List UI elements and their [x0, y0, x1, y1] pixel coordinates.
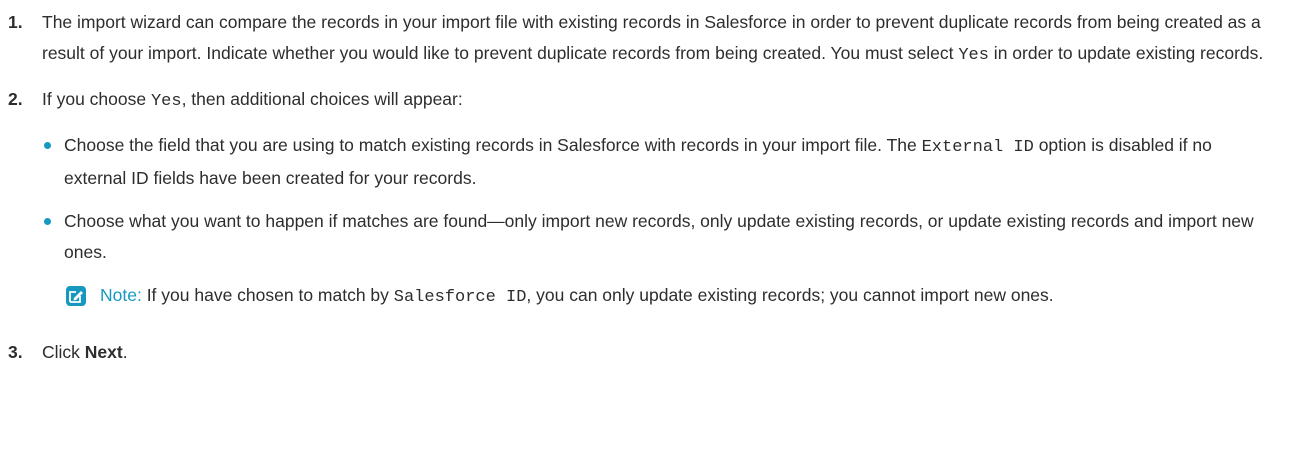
bullet-text: Choose the field that you are using to m… — [64, 135, 922, 155]
note-callout: Note: If you have chosen to match by Sal… — [64, 280, 1270, 313]
note-text: If you have chosen to match by — [141, 285, 394, 305]
note-text: , you can only update existing records; … — [526, 285, 1054, 305]
code-external-id: External ID — [921, 138, 1034, 157]
step-1: 1. The import wizard can compare the rec… — [8, 7, 1270, 71]
step-3: 3. Click Next. — [8, 337, 1270, 368]
step-text: . — [122, 342, 128, 362]
code-salesforce-id: Salesforce ID — [393, 288, 527, 307]
step-text: in order to update existing records. — [988, 43, 1264, 63]
step-text: If you choose — [42, 89, 151, 109]
step-text: , then additional choices will appear: — [181, 89, 463, 109]
step-number: 2. — [8, 89, 23, 109]
step-number: 3. — [8, 342, 23, 362]
bullet-text: Choose what you want to happen if matche… — [64, 211, 1254, 262]
code-yes: Yes — [150, 92, 182, 111]
note-label: Note: — [100, 285, 142, 305]
step-text: Click — [42, 342, 85, 362]
list-item: Choose the field that you are using to m… — [42, 130, 1270, 194]
choices-list: Choose the field that you are using to m… — [42, 130, 1270, 313]
bullet-icon — [44, 218, 51, 225]
list-item: Choose what you want to happen if matche… — [42, 206, 1270, 313]
edit-note-icon — [64, 284, 88, 308]
bullet-icon — [44, 142, 51, 149]
step-number: 1. — [8, 12, 23, 32]
step-2: 2. If you choose Yes, then additional ch… — [8, 84, 1270, 313]
document-body: 1. The import wizard can compare the rec… — [0, 0, 1290, 368]
next-label: Next — [84, 342, 123, 362]
code-yes: Yes — [958, 46, 989, 65]
